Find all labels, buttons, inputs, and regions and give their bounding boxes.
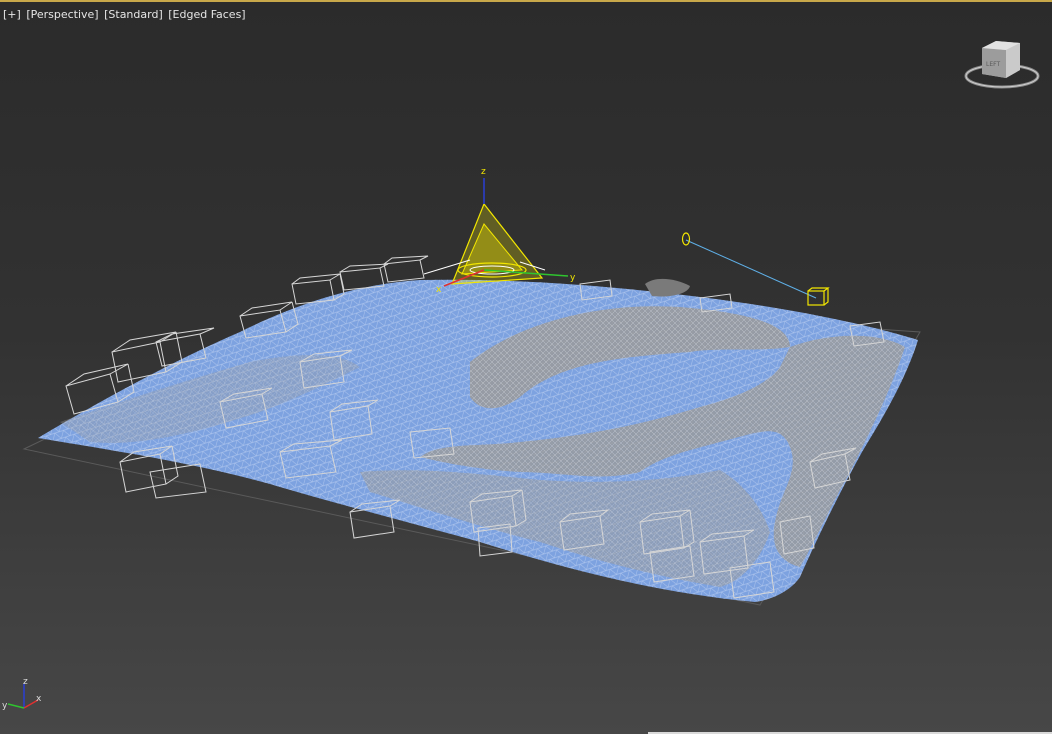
viewcube-face-label: LEFT xyxy=(986,61,1000,68)
tripod-y-label: y xyxy=(2,701,8,711)
gizmo-y-label: y xyxy=(570,273,576,283)
tripod-x-label: x xyxy=(36,694,42,704)
gizmo-x-label: x xyxy=(436,285,442,295)
scene-canvas[interactable]: z y x xyxy=(0,2,1052,734)
perspective-viewport[interactable]: [+] [Perspective] [Standard] [Edged Face… xyxy=(0,0,1052,734)
target-light-object[interactable] xyxy=(681,232,830,306)
axis-tripod: z x y xyxy=(0,674,48,718)
tripod-z-label: z xyxy=(23,677,28,687)
gray-mesh-object[interactable] xyxy=(645,278,690,297)
viewcube-icon[interactable]: LEFT xyxy=(962,38,1042,94)
gizmo-z-label: z xyxy=(481,167,486,177)
selected-light-gizmo[interactable]: z y x xyxy=(423,167,576,295)
